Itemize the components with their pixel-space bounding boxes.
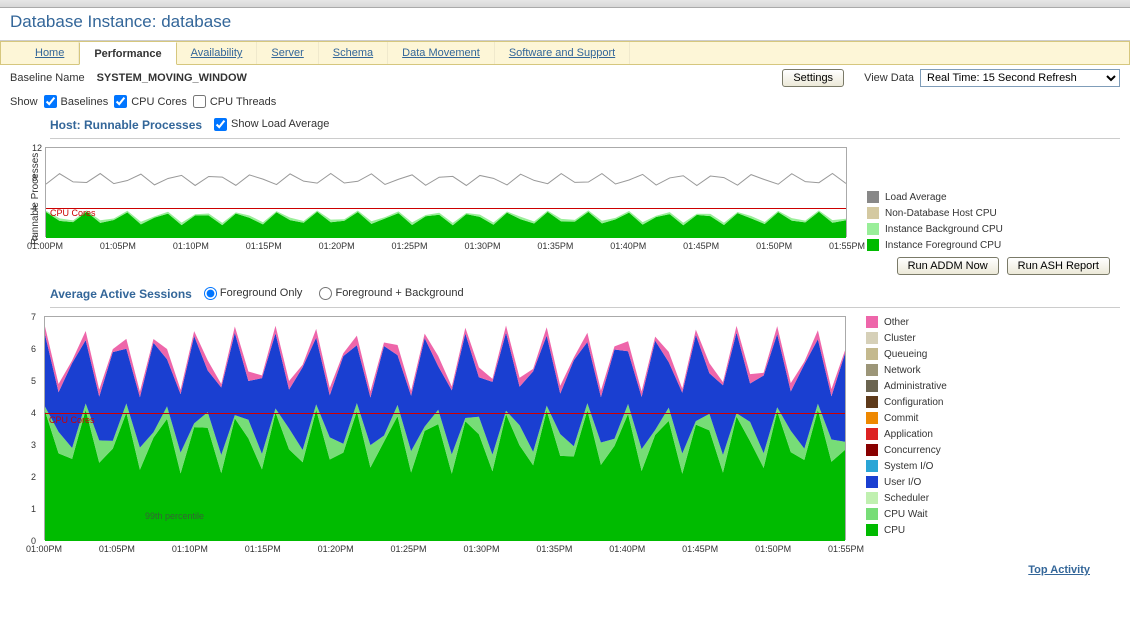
- xtick: 01:45PM: [682, 544, 718, 554]
- xtick: 01:05PM: [100, 241, 136, 251]
- xtick: 01:35PM: [536, 544, 572, 554]
- legend-item: Commit: [866, 412, 947, 424]
- legend-item: Queueing: [866, 348, 947, 360]
- xtick: 01:05PM: [99, 544, 135, 554]
- chart2-title: Average Active Sessions: [50, 281, 192, 305]
- xtick: 01:40PM: [610, 241, 646, 251]
- tab-performance[interactable]: Performance: [79, 42, 176, 65]
- xtick: 01:35PM: [537, 241, 573, 251]
- top-activity-link[interactable]: Top Activity: [1028, 564, 1090, 576]
- tab-availability[interactable]: Availability: [177, 42, 258, 64]
- tabs: HomePerformanceAvailabilityServerSchemaD…: [0, 41, 1130, 65]
- legend-item: Non-Database Host CPU: [867, 207, 1003, 219]
- xtick: 01:40PM: [609, 544, 645, 554]
- cpu-cores-marker-2: CPU Cores: [49, 415, 95, 425]
- tab-schema[interactable]: Schema: [319, 42, 388, 64]
- legend-item: System I/O: [866, 460, 947, 472]
- xtick: 01:20PM: [319, 241, 355, 251]
- page-title: Database Instance: database: [0, 8, 1130, 41]
- xtick: 01:10PM: [172, 544, 208, 554]
- runnable-processes-chart: CPU Cores 12 8 4 0: [45, 147, 847, 237]
- xtick: 01:55PM: [828, 544, 864, 554]
- tab-software-and-support[interactable]: Software and Support: [495, 42, 630, 64]
- view-data-select[interactable]: Real Time: 15 Second Refresh: [920, 69, 1120, 87]
- cpu-cores-marker: CPU Cores: [50, 208, 96, 218]
- baseline-name: SYSTEM_MOVING_WINDOW: [97, 72, 247, 84]
- xtick: 01:30PM: [463, 544, 499, 554]
- xtick: 01:15PM: [246, 241, 282, 251]
- baseline-label: Baseline Name: [10, 72, 85, 84]
- settings-button[interactable]: Settings: [782, 69, 844, 87]
- view-data-label: View Data: [864, 72, 914, 84]
- chart2-legend: Other Cluster Queueing Network Administrativ…: [846, 316, 947, 554]
- cpu-cores-checkbox[interactable]: CPU Cores: [114, 95, 187, 108]
- xtick: 01:45PM: [683, 241, 719, 251]
- legend-item: Application: [866, 428, 947, 440]
- cpu-threads-checkbox[interactable]: CPU Threads: [193, 95, 276, 108]
- radio-foreground-background[interactable]: Foreground + Background: [319, 287, 463, 299]
- legend-item: Other: [866, 316, 947, 328]
- pctile-label: 99th percentile: [145, 511, 204, 521]
- xtick: 01:25PM: [392, 241, 428, 251]
- xtick: 01:20PM: [318, 544, 354, 554]
- xtick: 01:50PM: [756, 241, 792, 251]
- legend-item: Administrative: [866, 380, 947, 392]
- legend-item: Load Average: [867, 191, 1003, 203]
- chart1-title: Host: Runnable Processes: [50, 112, 202, 136]
- active-sessions-chart: CPU Cores 99th percentile 7 6 5 4 3 2 1 …: [44, 316, 846, 540]
- legend-item: Network: [866, 364, 947, 376]
- tab-server[interactable]: Server: [257, 42, 318, 64]
- legend-item: Instance Foreground CPU: [867, 239, 1003, 251]
- chart1-legend: Load Average Non-Database Host CPU Instanc…: [847, 147, 1003, 251]
- xtick: 01:10PM: [173, 241, 209, 251]
- xtick: 01:15PM: [245, 544, 281, 554]
- legend-item: User I/O: [866, 476, 947, 488]
- legend-item: Scheduler: [866, 492, 947, 504]
- show-load-average-checkbox[interactable]: Show Load Average: [214, 118, 329, 131]
- radio-foreground-only[interactable]: Foreground Only: [204, 287, 303, 299]
- run-ash-button[interactable]: Run ASH Report: [1007, 257, 1110, 275]
- legend-item: Instance Background CPU: [867, 223, 1003, 235]
- tab-data-movement[interactable]: Data Movement: [388, 42, 495, 64]
- xtick: 01:25PM: [391, 544, 427, 554]
- baselines-checkbox[interactable]: Baselines: [44, 95, 109, 108]
- legend-item: CPU Wait: [866, 508, 947, 520]
- xtick: 01:30PM: [464, 241, 500, 251]
- tab-home[interactable]: Home: [21, 42, 79, 64]
- run-addm-button[interactable]: Run ADDM Now: [897, 257, 999, 275]
- legend-item: Configuration: [866, 396, 947, 408]
- legend-item: Concurrency: [866, 444, 947, 456]
- legend-item: CPU: [866, 524, 947, 536]
- xtick: 01:50PM: [755, 544, 791, 554]
- show-label: Show: [10, 96, 38, 108]
- legend-item: Cluster: [866, 332, 947, 344]
- xtick: 01:55PM: [829, 241, 865, 251]
